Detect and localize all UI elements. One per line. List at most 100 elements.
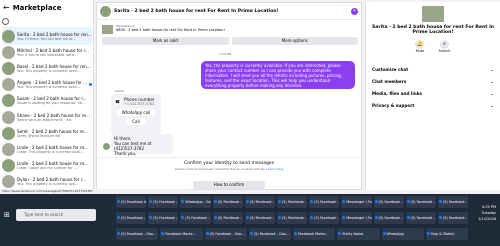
marketplace-sidebar: ← Marketplace Sarita · 2 bed 2 bath hous… [0, 0, 94, 190]
taskbar-window-button[interactable]: (5) Facebook - Goo... [309, 212, 340, 224]
avatar[interactable] [100, 5, 111, 17]
conversation-name: Seret · 2 bed 2 bath house for re... [17, 128, 88, 134]
taskbar-window-button[interactable]: (5) Facebook - Goo... [212, 196, 243, 208]
conversation-preview: Seret: @your fishburn dst [17, 133, 61, 138]
taskbar-window-button[interactable]: (5) Facebook Auto... [116, 196, 147, 208]
incoming-message: Hi there, You can text me at (412)537-37… [111, 134, 173, 156]
conversation-preview: Linde: I gave you my number for ... [17, 166, 77, 171]
taskbar-window-button[interactable]: (5) Facebook - Goo... [276, 196, 308, 208]
taskbar-window-button[interactable]: (5) Facebook - Goo... [276, 212, 308, 224]
conversation-name: Shane · 2 bed 2 bath house for re... [17, 112, 90, 118]
back-arrow-icon[interactable]: ← [3, 3, 10, 12]
taskbar-window-button[interactable]: (5) Facebook - Goo... [116, 228, 159, 240]
taskbar-window-button[interactable]: (5) Facebook - Goo... [373, 212, 404, 224]
whatsapp-call-button[interactable]: WhatsApp call [117, 109, 155, 116]
search-icon: ⌕ [440, 40, 449, 49]
section-label: Media, files and links [372, 90, 423, 96]
avatar [2, 78, 15, 92]
taskbar-window-button[interactable]: (5) Facebook - Goo... [373, 196, 404, 208]
conversation-item[interactable]: Dylan · 2 bed 2 bath house for r... You: … [2, 173, 92, 190]
taskbar-window-button[interactable]: WhatsApp [381, 228, 424, 240]
conversation-preview: You: Hi there, You can text me at... [17, 36, 76, 41]
listing-image[interactable] [422, 6, 444, 22]
search-icon[interactable] [2, 18, 9, 25]
avatar [2, 29, 15, 43]
sender-label: Sarita [115, 89, 124, 93]
avatar [2, 175, 15, 189]
conversation-preview: You: If you're still interested, we'd... [17, 52, 78, 57]
taskbar-window-button[interactable]: (5) Facebook - Goo... [212, 212, 243, 224]
taskbar-window-button[interactable]: WhatsApp - Goo... [180, 196, 211, 208]
conversation-info-panel: Sarita · 2 bed 2 bath house for rent For… [365, 2, 500, 190]
windows-start-icon[interactable]: ⊞ [4, 211, 13, 220]
taskbar-window-button[interactable]: (5) Facebook - Goo... [148, 196, 179, 208]
conversation-preview: Linde: This property is currently avail.… [17, 149, 84, 154]
section-label: Privacy & support [372, 102, 415, 108]
phone-card: ☎ Phone number +1 412-537-3782 WhatsApp … [111, 94, 161, 135]
taskbar-window-button[interactable]: (5) Facebook - Goo... [405, 212, 436, 224]
sidebar-header: ← Marketplace [0, 0, 93, 15]
avatar [2, 126, 15, 140]
taskbar-row: (5) Facebook - Goo...(5) Facebook - Goo.… [116, 212, 469, 224]
avatar [2, 159, 15, 173]
listing-card: Marketplace $800 · 2 bed 2 bath house fo… [99, 22, 361, 48]
conversation-name: Sarita · 2 bed 2 bath house for rent... [17, 31, 92, 37]
section-label: Chat members [372, 78, 407, 84]
listing-price[interactable]: $800 · 2 bed 2 bath house for rent For R… [116, 28, 358, 32]
sidebar-title: Marketplace [12, 3, 62, 12]
taskbar-window-button[interactable]: Sticky Notes [337, 228, 380, 240]
taskbar-window-button[interactable]: (5) Facebook - Goo... [248, 228, 291, 240]
outgoing-message: Yes, the property is currently available… [201, 61, 355, 89]
more-options-button[interactable]: More options [231, 37, 358, 45]
confirm-description: Certain actions have been restricted due… [97, 167, 361, 171]
mark-sold-button[interactable]: Mark as sold [102, 37, 229, 45]
avatar [2, 94, 15, 108]
search-action[interactable]: ⌕ Search [438, 40, 451, 53]
taskbar-window-button[interactable]: Messenger | Face... [341, 212, 372, 224]
conversation-preview: Shane sent an attachment. · 4w [17, 117, 72, 122]
call-button[interactable]: Call [126, 118, 146, 125]
phone-icon: ☎ [114, 98, 121, 105]
chevron-down-icon: ⌄ [490, 90, 494, 96]
section-privacy[interactable]: Privacy & support ⌄ [366, 99, 500, 111]
chat-header: Sarita · 2 bed 2 bath house for rent For… [97, 3, 361, 20]
unread-dot [89, 83, 92, 87]
avatar[interactable] [103, 143, 110, 150]
avatar [2, 142, 15, 156]
taskbar-window-button[interactable]: (5) Facebook - Goo... [148, 212, 179, 224]
how-to-confirm-button[interactable]: How to confirm [193, 181, 265, 189]
section-chat-members[interactable]: Chat members ⌄ [366, 75, 500, 87]
conversation-name: Mitchel · 2 bed 2 bath house for r... [17, 47, 89, 53]
conversation-preview: Susan is waiting for your response. Se..… [17, 101, 86, 106]
phone-number: +1 412-537-3782 [124, 102, 155, 106]
search-label: Search [438, 49, 451, 53]
confirm-desc-text: Certain actions have been restricted due… [174, 167, 266, 171]
mute-action[interactable]: 🔔 Mute [415, 40, 425, 53]
more-info-icon[interactable]: • [351, 7, 358, 15]
taskbar-window-button[interactable]: (5) Facebook - Goo... [405, 196, 436, 208]
taskbar-window-button[interactable]: (5) Facebook - Goo... [116, 212, 147, 224]
message-line: Thank you, [114, 151, 137, 156]
taskbar-window-button[interactable]: Messenger | Face... [341, 196, 372, 208]
taskbar-window-button[interactable]: (5) Facebook - Goo... [309, 196, 340, 208]
learn-more-link[interactable]: Learn more [266, 167, 283, 171]
taskbar-window-button[interactable]: (5) Facebook - Goo... [244, 212, 275, 224]
chat-window: Sarita · 2 bed 2 bath house for rent For… [96, 2, 362, 190]
taskbar-window-button[interactable]: Snip & Sketch [425, 228, 468, 240]
confirm-title: Confirm your identity to send messages [183, 161, 275, 166]
taskbar-row: (5) Facebook Auto...(5) Facebook - Goo..… [116, 196, 469, 208]
section-media[interactable]: Media, files and links ⌄ [366, 87, 500, 99]
taskbar-window-button[interactable]: (5) Facebook - Goo... [204, 228, 247, 240]
taskbar-window-button[interactable]: (5) Facebook - Goo... [180, 212, 211, 224]
taskbar-window-button[interactable]: Facebook Marke... [293, 228, 336, 240]
section-customize-chat[interactable]: Customize chat ⌄ [366, 63, 500, 75]
taskbar-search[interactable]: Type here to search [16, 209, 96, 221]
chat-title[interactable]: Sarita · 2 bed 2 bath house for rent For… [114, 9, 279, 14]
panel-title: Sarita · 2 bed 2 bath house for rent For… [371, 25, 495, 35]
system-clock[interactable]: 4:35 PM Tuesday 1/14/2026 [462, 204, 496, 222]
taskbar-window-button[interactable]: (5) Facebook - Goo... [244, 196, 275, 208]
conversation-preview: You: This property is currently avail... [17, 68, 80, 73]
taskbar-window-button[interactable]: Facebook Marke... [160, 228, 203, 240]
avatar [2, 61, 15, 75]
listing-thumbnail[interactable] [102, 25, 113, 34]
